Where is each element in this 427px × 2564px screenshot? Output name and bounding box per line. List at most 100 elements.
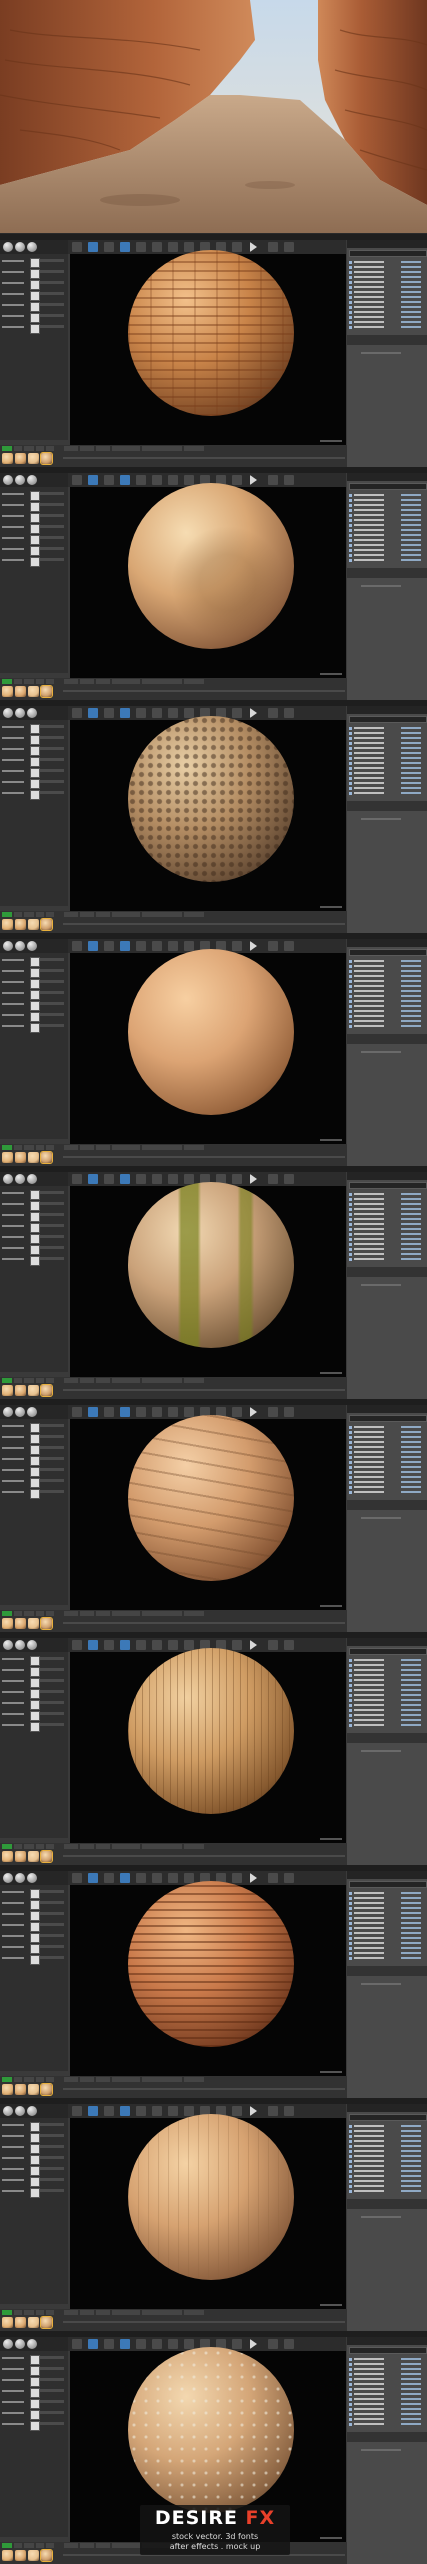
details-property-row[interactable] [349,325,425,329]
path-breadcrumb[interactable] [96,2310,110,2315]
texture-swatch[interactable] [30,1711,40,1721]
details-property-row[interactable] [349,1658,425,1662]
material-viewport[interactable] [70,250,346,445]
path-breadcrumb[interactable] [142,1844,182,1849]
path-breadcrumb[interactable] [112,446,140,451]
details-property-row[interactable] [349,989,425,993]
preview-ball-icon[interactable] [27,708,37,718]
details-property-row[interactable] [349,320,425,324]
details-property-row[interactable] [349,2154,425,2158]
texture-swatch[interactable] [30,313,40,323]
add-new-button[interactable] [2,1378,12,1383]
toolbar-button[interactable] [136,2106,146,2116]
texture-swatch[interactable] [30,1245,40,1255]
path-breadcrumb[interactable] [184,2310,204,2315]
toolbar-button[interactable] [184,475,194,485]
details-search-input[interactable] [349,1648,427,1655]
details-property-row[interactable] [349,751,425,755]
path-breadcrumb[interactable] [64,1378,78,1383]
details-property-row[interactable] [349,726,425,730]
details-property-row[interactable] [349,1192,425,1196]
texture-swatch[interactable] [30,1445,40,1455]
details-property-row[interactable] [349,2174,425,2178]
details-property-row[interactable] [349,1678,425,1682]
toolbar-button[interactable] [88,242,98,252]
path-breadcrumb[interactable] [46,2310,54,2315]
toolbar-button[interactable] [120,708,130,718]
toolbar-button[interactable] [104,2339,114,2349]
path-breadcrumb[interactable] [80,2077,94,2082]
path-breadcrumb[interactable] [24,679,34,684]
preview-ball-icon[interactable] [27,2106,37,2116]
texture-swatch[interactable] [30,2177,40,2187]
toolbar-button[interactable] [232,1174,242,1184]
details-property-row[interactable] [349,2164,425,2168]
asset-thumbnail[interactable] [2,1152,13,1163]
preview-ball-icon[interactable] [3,1640,13,1650]
texture-swatch[interactable] [30,502,40,512]
toolbar-button[interactable] [184,2339,194,2349]
texture-swatch[interactable] [30,968,40,978]
material-input-row[interactable] [2,546,66,556]
toolbar-button[interactable] [168,475,178,485]
content-scrollbar[interactable] [63,2321,345,2323]
details-property-row[interactable] [349,513,425,517]
toolbar-button[interactable] [168,941,178,951]
toolbar-button[interactable] [104,1873,114,1883]
details-property-row[interactable] [349,1490,425,1494]
toolbar-button[interactable] [284,1640,294,1650]
path-breadcrumb[interactable] [80,1611,94,1616]
toolbar-button[interactable] [284,2106,294,2116]
material-input-row[interactable] [2,779,66,789]
details-property-row[interactable] [349,969,425,973]
asset-thumbnail[interactable] [15,2084,26,2095]
toolbar-button[interactable] [152,475,162,485]
toolbar-button[interactable] [136,1640,146,1650]
toolbar-button[interactable] [120,1873,130,1883]
texture-swatch[interactable] [30,1212,40,1222]
material-input-row[interactable] [2,968,66,978]
details-search-input[interactable] [349,1415,427,1422]
details-property-row[interactable] [349,2179,425,2183]
path-breadcrumb[interactable] [112,2077,140,2082]
toolbar-button[interactable] [136,941,146,951]
details-property-row[interactable] [349,1936,425,1940]
toolbar-button[interactable] [136,242,146,252]
material-input-row[interactable] [2,1023,66,1033]
toolbar-button[interactable] [184,2106,194,2116]
asset-thumbnail[interactable] [28,453,39,464]
play-icon[interactable] [250,475,257,485]
path-breadcrumb[interactable] [142,2077,182,2082]
texture-swatch[interactable] [30,324,40,334]
path-breadcrumb[interactable] [142,446,182,451]
details-property-row[interactable] [349,2422,425,2426]
path-breadcrumb[interactable] [184,679,204,684]
path-breadcrumb[interactable] [36,679,44,684]
path-breadcrumb[interactable] [184,912,204,917]
material-input-row[interactable] [2,1445,66,1455]
toolbar-button[interactable] [232,1873,242,1883]
details-property-row[interactable] [349,1723,425,1727]
toolbar-button[interactable] [72,1640,82,1650]
details-property-row[interactable] [349,1713,425,1717]
material-input-row[interactable] [2,302,66,312]
path-breadcrumb[interactable] [36,2310,44,2315]
texture-swatch[interactable] [30,2133,40,2143]
asset-thumbnail[interactable] [15,919,26,930]
asset-thumbnail[interactable] [28,2084,39,2095]
texture-swatch[interactable] [30,1478,40,1488]
toolbar-button[interactable] [72,2106,82,2116]
preview-ball-icon[interactable] [27,1407,37,1417]
details-property-row[interactable] [349,771,425,775]
details-property-row[interactable] [349,1485,425,1489]
texture-swatch[interactable] [30,2388,40,2398]
details-property-row[interactable] [349,1019,425,1023]
details-property-row[interactable] [349,1951,425,1955]
asset-thumbnail[interactable] [40,1151,53,1164]
toolbar-button[interactable] [284,708,294,718]
details-property-row[interactable] [349,2357,425,2361]
details-property-row[interactable] [349,1475,425,1479]
texture-swatch[interactable] [30,491,40,501]
toolbar-button[interactable] [152,242,162,252]
toolbar-button[interactable] [232,2106,242,2116]
